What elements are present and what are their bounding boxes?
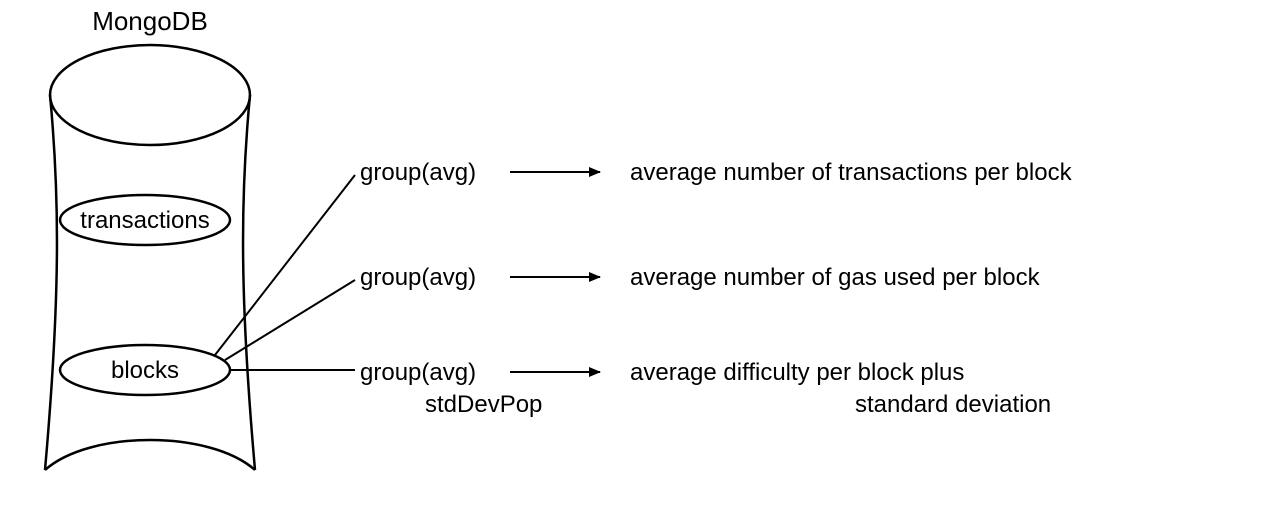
collection-transactions-label: transactions	[80, 207, 209, 234]
operation-3-label: group(avg)	[360, 359, 476, 386]
cylinder-left-side	[45, 95, 57, 470]
diagram-title: MongoDB	[92, 6, 208, 36]
operation-2-result: average number of gas used per block	[630, 264, 1041, 291]
connector-blocks-to-op1	[215, 175, 355, 355]
cylinder-bottom-arc	[45, 440, 255, 470]
operation-3-result-line2: standard deviation	[855, 391, 1051, 418]
operation-1-result: average number of transactions per block	[630, 159, 1073, 186]
cylinder-right-side	[243, 95, 255, 470]
operation-2-label: group(avg)	[360, 264, 476, 291]
operation-1-label: group(avg)	[360, 159, 476, 186]
cylinder-top-ellipse	[50, 45, 250, 145]
operation-3-sub: stdDevPop	[425, 391, 542, 418]
operation-3-result: average difficulty per block plus	[630, 359, 964, 386]
database-cylinder	[45, 45, 255, 470]
mongodb-aggregation-diagram: MongoDB transactions blocks group(avg) a…	[0, 0, 1269, 507]
collection-blocks-label: blocks	[111, 357, 179, 384]
